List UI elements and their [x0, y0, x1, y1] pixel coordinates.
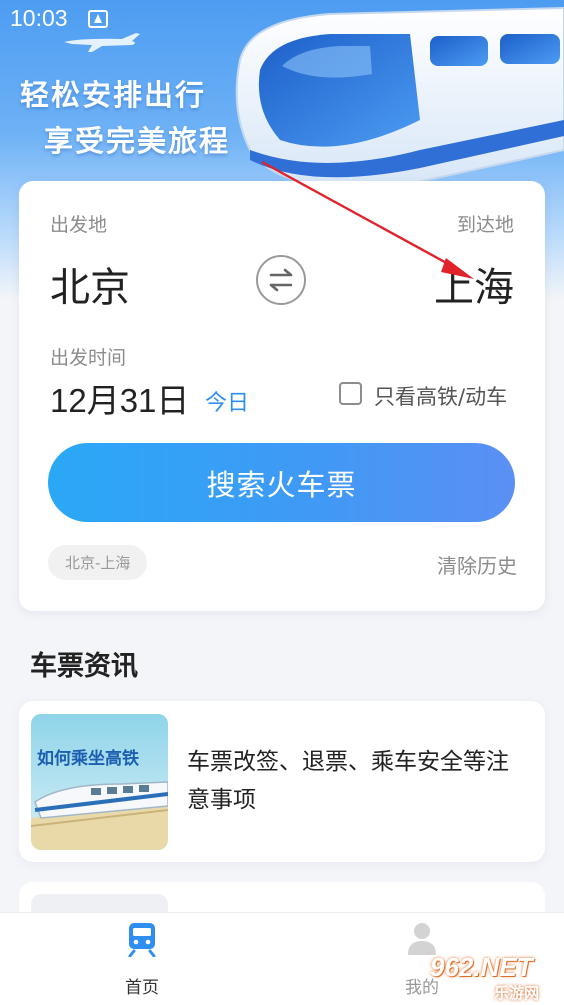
departure-date-label: 出发时间 — [50, 347, 127, 369]
clear-history-button[interactable]: 清除历史 — [437, 550, 517, 579]
watermark-sub-text: 乐游网 — [494, 984, 540, 1002]
status-time: 10:03 — [10, 5, 68, 31]
tab-home[interactable]: 首页 — [82, 913, 202, 1005]
notification-icon — [88, 10, 108, 28]
news-section-title: 车票资讯 — [30, 651, 138, 682]
news-thumbnail-caption: 如何乘坐高铁 — [37, 749, 139, 769]
arrival-label: 到达地 — [456, 214, 514, 236]
hsr-only-label[interactable]: 只看高铁/动车 — [374, 381, 507, 411]
train-illustration — [235, 6, 564, 189]
departure-date[interactable]: 12月31日 — [50, 374, 189, 422]
swap-icon — [269, 268, 293, 292]
swap-cities-button[interactable] — [256, 255, 306, 305]
ticket-search-card: 出发地 到达地 北京 上海 出发时间 12月31日 今日 只看高铁/动车 搜索火… — [19, 181, 545, 611]
hsr-only-checkbox[interactable] — [339, 382, 362, 405]
tab-home-label: 首页 — [125, 978, 159, 998]
news-thumbnail: 如何乘坐高铁 — [31, 714, 168, 850]
departure-label: 出发地 — [50, 214, 108, 236]
watermark-logo: 962.NET 乐游网 — [426, 952, 560, 1002]
date-relative-tag: 今日 — [205, 391, 250, 416]
news-item[interactable]: 如何乘坐高铁 车票改签、退票、乘车安全等注意事项 — [19, 701, 545, 862]
airplane-icon — [64, 33, 140, 52]
departure-city[interactable]: 北京 — [50, 255, 130, 313]
watermark-main-text: 962.NET — [430, 952, 533, 982]
arrival-city[interactable]: 上海 — [434, 255, 514, 313]
search-tickets-button[interactable]: 搜索火车票 — [48, 443, 515, 522]
slogan-line-2: 享受完美旅程 — [44, 124, 231, 158]
slogan-line-1: 轻松安排出行 — [20, 78, 207, 112]
history-item[interactable]: 北京-上海 — [48, 545, 148, 580]
news-item-title: 车票改签、退票、乘车安全等注意事项 — [187, 749, 509, 813]
train-icon — [128, 923, 156, 957]
